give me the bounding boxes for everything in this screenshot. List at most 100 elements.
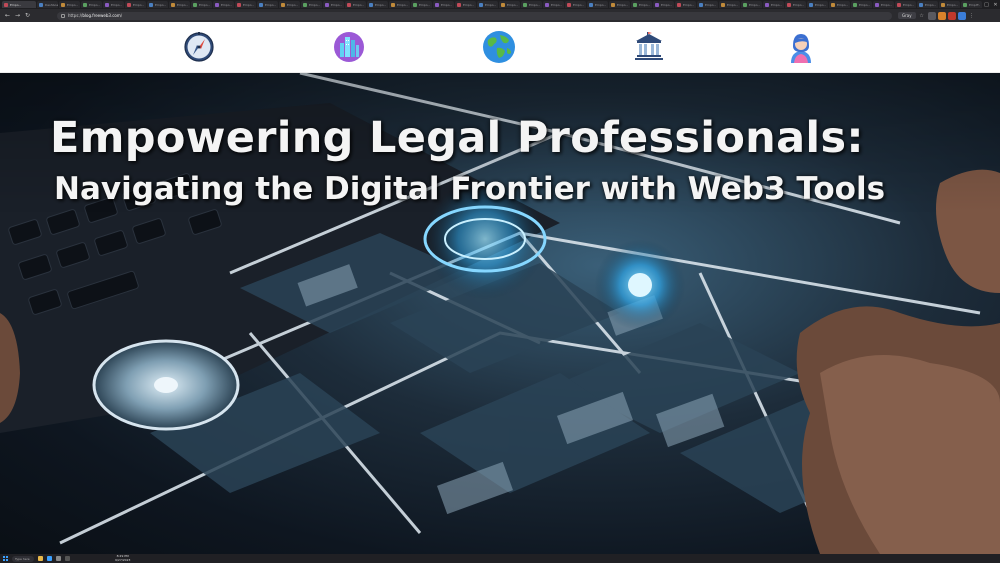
maximize-icon[interactable]: □	[982, 0, 991, 9]
browser-tab[interactable]: Empo...	[609, 1, 630, 8]
browser-tab[interactable]: Empo...	[323, 1, 344, 8]
tab-label: Empo...	[705, 2, 717, 7]
tab-favicon-icon	[875, 2, 879, 7]
browser-tab[interactable]: Empo...	[433, 1, 454, 8]
extension-icon[interactable]	[947, 11, 956, 20]
minimize-icon[interactable]: –	[973, 0, 982, 9]
tab-favicon-icon	[655, 2, 659, 7]
browser-toolbar: ← → ↻ https://blog.freeweb3.com/ Gray ☆ …	[0, 9, 1000, 22]
extension-icon[interactable]	[957, 11, 966, 20]
browser-tab[interactable]: Empo...	[631, 1, 652, 8]
browser-tab[interactable]: Empo...	[477, 1, 498, 8]
browser-tab[interactable]: Empo...	[653, 1, 674, 8]
browser-tab[interactable]: Empo...	[719, 1, 740, 8]
browser-tab[interactable]: Empo...	[851, 1, 872, 8]
tab-label: Empo...	[749, 2, 761, 7]
browser-tab[interactable]: Empo...	[939, 1, 960, 8]
app-icon[interactable]	[56, 556, 61, 561]
taskbar-search[interactable]: Type here	[12, 555, 34, 562]
browser-tab[interactable]: Empo...	[697, 1, 718, 8]
browser-tab[interactable]: Empo...	[521, 1, 542, 8]
browser-tab[interactable]: Empo...	[2, 1, 36, 8]
browser-tab[interactable]: Empo...	[807, 1, 828, 8]
browser-tab[interactable]: Empo...	[301, 1, 322, 8]
tab-label: Empo...	[441, 2, 453, 7]
browser-tab[interactable]: Empo...	[257, 1, 278, 8]
tab-favicon-icon	[677, 2, 681, 7]
tab-favicon-icon	[567, 2, 571, 7]
browser-tab[interactable]: Empo...	[235, 1, 256, 8]
browser-tab[interactable]: Empo...	[81, 1, 102, 8]
tab-label: Empo...	[551, 2, 563, 7]
tab-label: Empo...	[111, 2, 123, 7]
tab-favicon-icon	[127, 2, 131, 7]
menu-icon[interactable]: ⋮	[968, 12, 976, 20]
browser-tab[interactable]: Empo...	[587, 1, 608, 8]
start-button[interactable]	[3, 556, 8, 561]
browser-tab[interactable]: Empo...	[829, 1, 850, 8]
tab-label: Empo...	[463, 2, 475, 7]
forward-icon[interactable]: →	[13, 11, 22, 20]
tab-label: Empo...	[353, 2, 365, 7]
tab-favicon-icon	[831, 2, 835, 7]
browser-tab[interactable]: Empo...	[389, 1, 410, 8]
tab-label: Empo...	[243, 2, 255, 7]
browser-tab[interactable]: Empo...	[213, 1, 234, 8]
tab-label: Empo...	[837, 2, 849, 7]
file-explorer-icon[interactable]	[38, 556, 43, 561]
app-icon[interactable]	[65, 556, 70, 561]
globe-icon[interactable]	[482, 30, 516, 64]
lock-icon	[61, 13, 65, 18]
browser-tab[interactable]: Empo...	[917, 1, 938, 8]
browser-tab[interactable]: Empo...	[411, 1, 432, 8]
tab-label: Empo...	[199, 2, 211, 7]
tab-label: Empo...	[287, 2, 299, 7]
compass-icon[interactable]	[182, 30, 216, 64]
browser-tab[interactable]: Empo...	[147, 1, 168, 8]
browser-tab[interactable]: Empo...	[103, 1, 124, 8]
browser-tab[interactable]: Empo...	[367, 1, 388, 8]
star-icon[interactable]: ☆	[918, 12, 926, 20]
browser-tab[interactable]: Empo...	[895, 1, 916, 8]
tab-label: Empo...	[727, 2, 739, 7]
browser-tab[interactable]: Empo...	[59, 1, 80, 8]
tab-favicon-icon	[61, 2, 65, 7]
tab-favicon-icon	[919, 2, 923, 7]
tab-favicon-icon	[743, 2, 747, 7]
close-icon[interactable]: ✕	[991, 0, 1000, 9]
browser-tab[interactable]: Empo...	[763, 1, 784, 8]
browser-tab[interactable]: Empo...	[675, 1, 696, 8]
web-page: Empowering Legal Professionals: Navigati…	[0, 22, 1000, 554]
tab-favicon-icon	[369, 2, 373, 7]
browser-tab[interactable]: Empo...	[499, 1, 520, 8]
browser-icon[interactable]	[47, 556, 52, 561]
extension-icon[interactable]	[937, 11, 946, 20]
extension-icon[interactable]	[927, 11, 936, 20]
person-icon[interactable]	[784, 30, 818, 64]
tab-label: Empo...	[683, 2, 695, 7]
tab-favicon-icon	[391, 2, 395, 7]
browser-tab[interactable]: Empo...	[169, 1, 190, 8]
browser-tab[interactable]: Empo...	[125, 1, 146, 8]
browser-tab[interactable]: Empo...	[785, 1, 806, 8]
profile-pill[interactable]: Gray	[898, 12, 916, 19]
back-icon[interactable]: ←	[3, 11, 12, 20]
browser-tab[interactable]: Empo...	[345, 1, 366, 8]
tab-favicon-icon	[501, 2, 505, 7]
browser-tab[interactable]: Empo...	[873, 1, 894, 8]
browser-tab[interactable]: Empo...	[279, 1, 300, 8]
city-icon[interactable]	[332, 30, 366, 64]
tab-label: Empo...	[947, 2, 959, 7]
browser-tab[interactable]: Empo...	[455, 1, 476, 8]
browser-tab[interactable]: Empo...	[741, 1, 762, 8]
browser-tab[interactable]: Empo...	[191, 1, 212, 8]
address-bar[interactable]: https://blog.freeweb3.com/	[57, 11, 892, 20]
browser-tab[interactable]: Dashboar...	[37, 1, 58, 8]
tab-favicon-icon	[941, 2, 945, 7]
browser-tab[interactable]: Empo...	[565, 1, 586, 8]
courthouse-icon[interactable]	[632, 30, 666, 64]
reload-icon[interactable]: ↻	[23, 11, 32, 20]
tab-favicon-icon	[765, 2, 769, 7]
tab-favicon-icon	[413, 2, 417, 7]
browser-tab[interactable]: Empo...	[543, 1, 564, 8]
